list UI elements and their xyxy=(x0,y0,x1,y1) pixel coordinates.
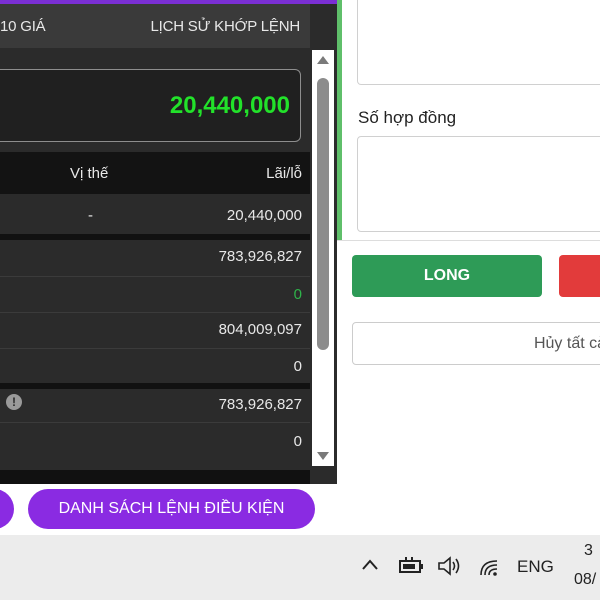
table-row[interactable]: 783,926,827 xyxy=(0,238,310,275)
row-value: 783,926,827 xyxy=(218,248,302,265)
table-header: Vị thế Lãi/lỗ xyxy=(0,152,310,194)
row-position: - xyxy=(88,207,93,224)
price-input[interactable] xyxy=(357,0,600,85)
scroll-up-icon[interactable] xyxy=(317,56,329,64)
row-value: 0 xyxy=(293,433,302,450)
cancel-all-button[interactable]: Hủy tất cả xyxy=(352,322,600,365)
clock-date[interactable]: 08/ xyxy=(574,571,596,589)
long-button[interactable]: LONG xyxy=(352,255,542,297)
panel-accent-line xyxy=(337,0,342,240)
volume-icon[interactable] xyxy=(437,555,463,577)
short-button[interactable] xyxy=(559,255,600,297)
balance-value: 20,440,000 xyxy=(169,92,290,119)
table-row[interactable]: 0 xyxy=(0,276,310,313)
header-pnl: Lãi/lỗ xyxy=(266,165,302,182)
conditional-orders-button[interactable]: DANH SÁCH LỆNH ĐIỀU KIỆN xyxy=(28,489,315,529)
scrollbar[interactable] xyxy=(312,50,334,466)
bottom-action-bar: DANH SÁCH LỆNH ĐIỀU KIỆN xyxy=(0,484,337,535)
language-indicator[interactable]: ENG xyxy=(517,557,554,577)
contracts-input[interactable] xyxy=(357,136,600,232)
row-value: 783,926,827 xyxy=(218,396,302,413)
wifi-icon[interactable] xyxy=(478,555,500,577)
battery-icon[interactable] xyxy=(397,555,425,577)
bottom-strip xyxy=(0,470,310,484)
tab-bar: 10 GIÁ LỊCH SỬ KHỚP LỆNH xyxy=(0,4,310,48)
order-book-panel: 10 GIÁ LỊCH SỬ KHỚP LỆNH 20,440,000 Vị t… xyxy=(0,0,337,535)
table-row[interactable]: 0 xyxy=(0,423,310,460)
table-row[interactable]: 804,009,097 xyxy=(0,311,310,348)
chevron-up-icon[interactable] xyxy=(360,555,380,575)
form-divider xyxy=(337,240,600,241)
table-row[interactable]: - 20,440,000 xyxy=(0,197,310,234)
scrollbar-thumb[interactable] xyxy=(317,78,329,350)
scroll-down-icon[interactable] xyxy=(317,452,329,460)
contracts-label: Số hợp đồng xyxy=(358,108,457,127)
table-row[interactable]: 0 xyxy=(0,348,310,385)
left-action-button[interactable] xyxy=(0,489,14,529)
row-value: 20,440,000 xyxy=(226,207,302,224)
header-position: Vị thế xyxy=(70,165,109,182)
info-icon[interactable]: ! xyxy=(6,394,22,410)
balance-box: 20,440,000 xyxy=(0,69,301,142)
row-value: 0 xyxy=(293,358,302,375)
row-value: 0 xyxy=(293,286,302,303)
row-value: 804,009,097 xyxy=(218,321,302,338)
table-row[interactable]: ! 783,926,827 xyxy=(0,386,310,423)
tab-match-history[interactable]: LỊCH SỬ KHỚP LỆNH xyxy=(150,18,300,35)
clock-time[interactable]: 3 xyxy=(584,542,593,560)
tab-top-10-prices[interactable]: 10 GIÁ xyxy=(0,18,46,35)
order-form-panel: Số hợp đồng LONG Hủy tất cả xyxy=(337,0,600,535)
taskbar: ENG 3 08/ xyxy=(0,535,600,600)
